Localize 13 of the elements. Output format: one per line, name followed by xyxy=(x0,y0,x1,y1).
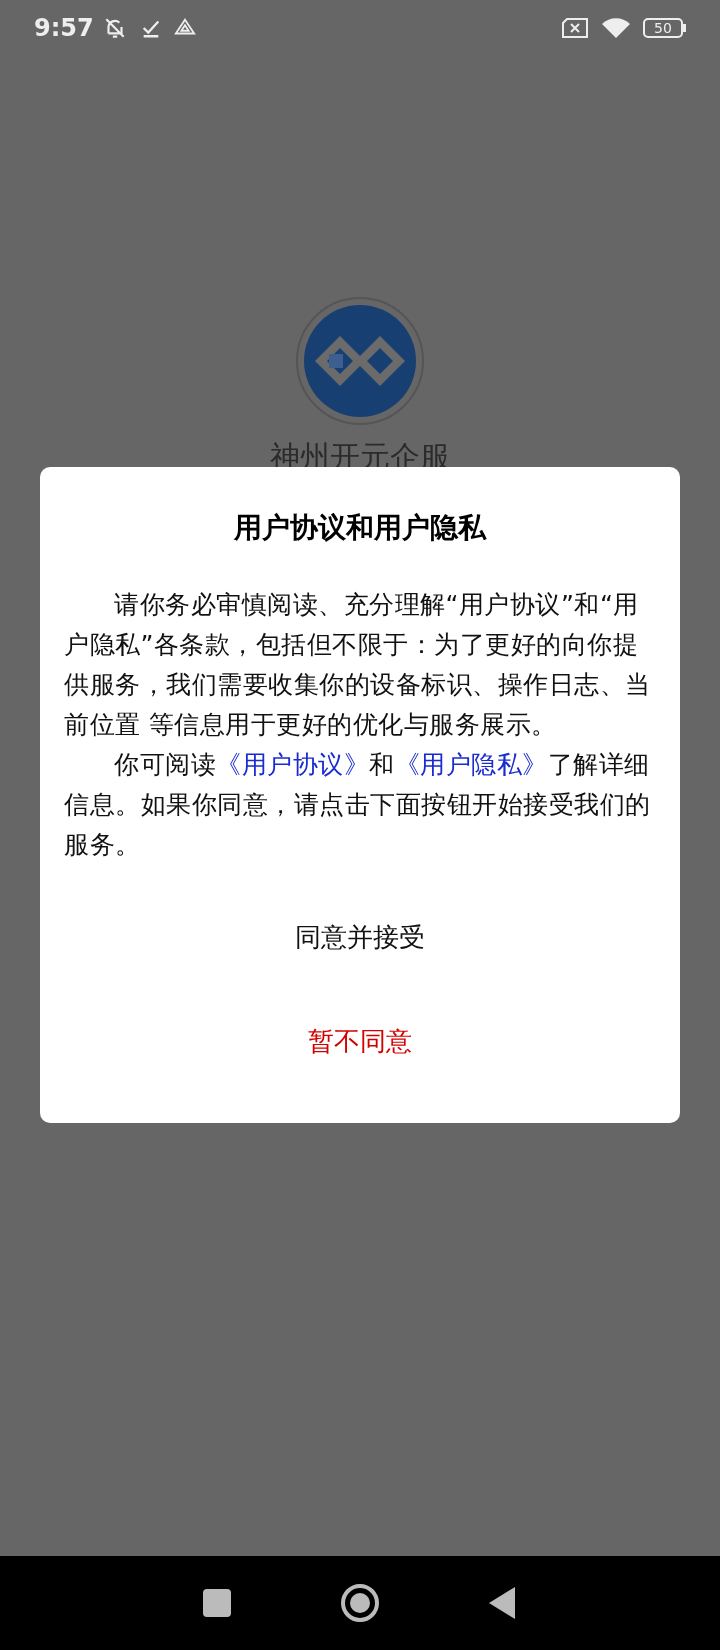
wifi-icon xyxy=(601,16,631,40)
battery-icon: 50 xyxy=(643,18,686,38)
policy-link[interactable]: 《用户协议》 xyxy=(216,750,369,779)
body-paragraph: 请你务必审慎阅读、充分理解“用户协议”和“用户隐私”各条款，包括但不限于：为了更好的向你提供服务，我们需要收集你的设备标识、操作日志、当前位置 等信息用于更好的优化与服务展示。 xyxy=(64,589,652,741)
policy-link[interactable]: 《用户隐私》 xyxy=(394,750,548,779)
body-paragraph: 你可阅读《用户协议》和《用户隐私》了解详细信息。如果你同意，请点击下面按钮开始接受我们的服务。 xyxy=(64,749,652,861)
no-sim-icon xyxy=(561,17,589,39)
status-time: 9:57 xyxy=(34,13,94,44)
home-button[interactable] xyxy=(341,1584,379,1622)
back-icon[interactable] xyxy=(489,1587,517,1619)
dialog-title: 用户协议和用户隐私 xyxy=(233,510,488,546)
accept-button[interactable]: 同意并接受 xyxy=(64,885,656,989)
decline-button[interactable]: 暂不同意 xyxy=(64,989,656,1093)
